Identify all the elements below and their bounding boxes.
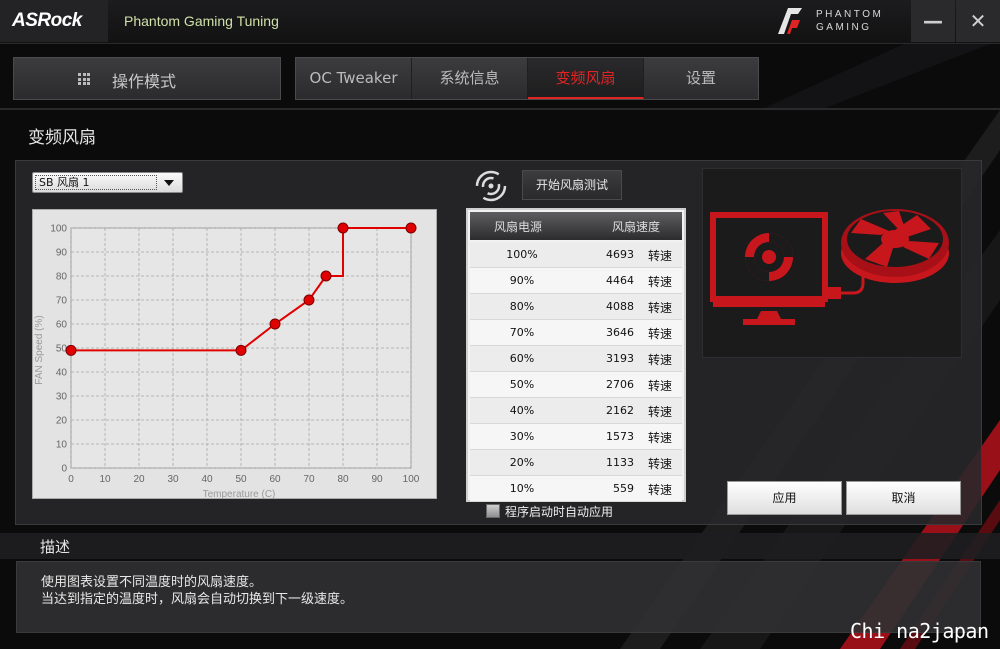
- close-button[interactable]: ✕: [956, 0, 1000, 42]
- curve-point[interactable]: [303, 294, 315, 306]
- pg-logo-line2: GAMING: [816, 22, 872, 33]
- description-header: 描述: [0, 533, 1000, 559]
- fan-illustration: [702, 168, 962, 358]
- x-tick-label: 40: [201, 474, 213, 485]
- fan-selector-dropdown[interactable]: SB 风扇 1: [32, 172, 183, 193]
- curve-point[interactable]: [337, 222, 349, 234]
- tab-fan-tuning[interactable]: 变频风扇: [528, 58, 644, 99]
- section-divider: [0, 108, 1000, 110]
- auto-apply-label: 程序启动时自动应用: [505, 505, 614, 519]
- x-tick-label: 70: [303, 474, 315, 485]
- description-line-2: 当达到指定的温度时，风扇会自动切换到下一级速度。: [41, 592, 354, 607]
- grid-icon: [78, 73, 90, 85]
- x-tick-label: 0: [68, 474, 74, 485]
- tab-settings[interactable]: 设置: [644, 58, 758, 99]
- header-fan-speed: 风扇速度: [612, 220, 661, 234]
- x-tick-label: 50: [235, 474, 247, 485]
- fan-curve-svg[interactable]: 0 10 20 30 40 50 60 70 80 90 100010203040506070809…: [33, 210, 438, 500]
- main-tabs: OC Tweaker 系统信息 变频风扇 设置: [295, 57, 759, 100]
- y-tick-label: 0: [61, 464, 67, 475]
- watermark-text: Chi na2japan: [850, 619, 989, 643]
- x-tick-label: 10: [99, 474, 111, 485]
- fan-selector-value: SB 风扇 1: [35, 175, 157, 190]
- minimize-button[interactable]: —: [911, 0, 955, 42]
- pg-logo-line1: PHANTOM: [816, 9, 884, 20]
- y-tick-label: 70: [56, 296, 68, 307]
- minimize-icon: —: [923, 9, 943, 33]
- table-row[interactable]: 100% 4693 转速: [470, 242, 682, 268]
- table-row[interactable]: 70% 3646 转速: [470, 320, 682, 346]
- y-axis-label: FAN Speed (%): [34, 315, 45, 384]
- tab-system-info[interactable]: 系统信息: [412, 58, 528, 99]
- x-axis-label: Temperature (C): [203, 489, 276, 500]
- checkbox-icon[interactable]: [486, 504, 500, 518]
- app-title: Phantom Gaming Tuning: [124, 13, 279, 29]
- curve-point[interactable]: [320, 270, 332, 282]
- table-row[interactable]: 80% 4088 转速: [470, 294, 682, 320]
- table-row[interactable]: 50% 2706 转速: [470, 372, 682, 398]
- y-tick-label: 10: [56, 440, 68, 451]
- table-row[interactable]: 40% 2162 转速: [470, 398, 682, 424]
- curve-point[interactable]: [405, 222, 417, 234]
- x-tick-label: 20: [133, 474, 145, 485]
- close-icon: ✕: [969, 9, 987, 33]
- start-fan-test-button[interactable]: 开始风扇测试: [522, 170, 622, 200]
- apply-button[interactable]: 应用: [727, 481, 842, 515]
- table-row[interactable]: 20% 1133 转速: [470, 450, 682, 476]
- table-row[interactable]: 60% 3193 转速: [470, 346, 682, 372]
- curve-point[interactable]: [65, 344, 77, 356]
- operation-mode-label: 操作模式: [112, 72, 177, 91]
- curve-point[interactable]: [269, 318, 281, 330]
- y-tick-label: 90: [56, 248, 68, 259]
- description-panel: 使用图表设置不同温度时的风扇速度。 当达到指定的温度时，风扇会自动切换到下一级速…: [16, 561, 981, 633]
- table-row[interactable]: 10% 559 转速: [470, 476, 682, 502]
- header-fan-power: 风扇电源: [494, 220, 543, 234]
- cancel-button[interactable]: 取消: [846, 481, 961, 515]
- table-header: 风扇电源 风扇速度: [470, 212, 682, 240]
- phantom-gaming-emblem-icon: [778, 8, 802, 34]
- operation-mode-button[interactable]: 操作模式: [13, 57, 281, 100]
- description-title: 描述: [40, 538, 71, 556]
- phantom-gaming-logo: PHANTOM GAMING: [772, 4, 902, 40]
- tab-oc-tweaker[interactable]: OC Tweaker: [296, 58, 412, 99]
- curve-point[interactable]: [235, 344, 247, 356]
- y-tick-label: 20: [56, 416, 68, 427]
- y-tick-label: 40: [56, 368, 68, 379]
- fan-speed-table: 风扇电源 风扇速度 100% 4693 转速 90% 4464 转速 80% 4088 转速…: [466, 208, 686, 502]
- x-tick-label: 30: [167, 474, 179, 485]
- fan-spin-icon: [475, 170, 507, 202]
- y-tick-label: 60: [56, 320, 68, 331]
- monitor-fan-icon: [710, 209, 949, 325]
- chevron-down-icon: [164, 180, 174, 186]
- y-tick-label: 80: [56, 272, 68, 283]
- asrock-logo: ASRock: [0, 0, 108, 42]
- table-row[interactable]: 90% 4464 转速: [470, 268, 682, 294]
- title-bar: ASRock Phantom Gaming Tuning PHANTOM GAM…: [0, 0, 1000, 44]
- page-title: 变频风扇: [28, 128, 96, 148]
- y-tick-label: 100: [50, 224, 67, 235]
- fan-curve-chart[interactable]: 0 10 20 30 40 50 60 70 80 90 100 0 10 20 30 40 50 60 70 80 9…: [32, 209, 438, 500]
- x-tick-label: 60: [269, 474, 281, 485]
- table-body: 100% 4693 转速 90% 4464 转速 80% 4088 转速 70% 3646 转速…: [468, 242, 684, 502]
- x-tick-label: 100: [403, 474, 420, 485]
- x-tick-label: 80: [337, 474, 349, 485]
- table-row[interactable]: 30% 1573 转速: [470, 424, 682, 450]
- y-tick-label: 30: [56, 392, 68, 403]
- x-tick-label: 90: [371, 474, 383, 485]
